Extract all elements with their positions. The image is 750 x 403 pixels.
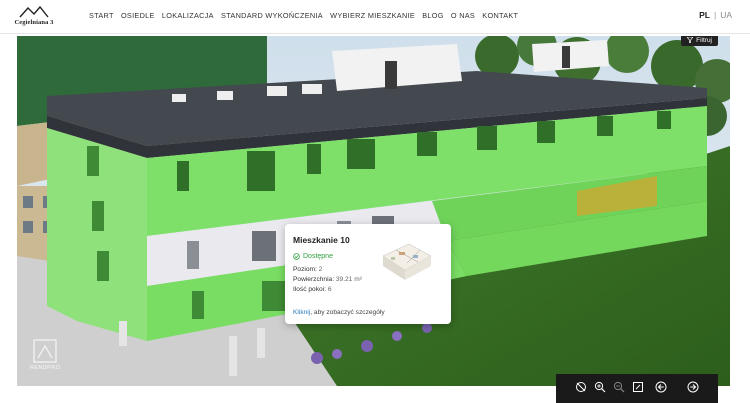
details-link-suffix: , aby zobaczyć szczegóły <box>310 309 385 316</box>
site-logo[interactable]: Cegielniana 3 <box>14 3 54 31</box>
logo-text: Cegielniana 3 <box>14 19 54 26</box>
logo-roof-icon <box>19 5 49 18</box>
arrow-left-icon[interactable] <box>655 381 667 393</box>
fullscreen-icon[interactable] <box>632 381 644 393</box>
filter-icon <box>687 37 694 43</box>
filter-button[interactable]: Filtruj <box>681 36 718 46</box>
main-nav: START OSIEDLE LOKALIZACJA STANDARD WYKOŃ… <box>89 11 526 20</box>
arrow-right-icon[interactable] <box>687 381 699 393</box>
floor-plan-thumbnail[interactable] <box>379 242 435 282</box>
language-switch: PL | UA <box>699 10 732 20</box>
zoom-out-icon[interactable] <box>613 381 625 393</box>
lang-separator: | <box>713 10 717 20</box>
site-header: Cegielniana 3 START OSIEDLE LOKALIZACJA … <box>0 0 750 34</box>
rooms-value: 6 <box>327 286 332 293</box>
details-link-row: Kliknij, aby zobaczyć szczegóły <box>293 309 385 316</box>
viewer-toolbar <box>556 374 718 403</box>
lang-pl[interactable]: PL <box>699 10 710 20</box>
rendpro-text: RENDPRO <box>30 365 61 371</box>
status-label: Dostępne <box>303 253 333 260</box>
level-value: 2 <box>318 266 323 273</box>
hide-highlight-icon[interactable] <box>575 381 587 393</box>
nav-wybierz-mieszkanie[interactable]: WYBIERZ MIESZKANIE <box>330 11 415 20</box>
area-value: 39.21 m² <box>335 276 362 283</box>
rooms-row: Ilość pokoi: 6 <box>293 286 443 293</box>
building-3d-viewer[interactable]: Filtruj RENDPRO <box>17 36 730 386</box>
filter-label: Filtruj <box>696 36 712 44</box>
area-label: Powierzchnia: <box>293 276 335 283</box>
nav-lokalizacja[interactable]: LOKALIZACJA <box>162 11 214 20</box>
nav-osiedle[interactable]: OSIEDLE <box>121 11 155 20</box>
building-render[interactable] <box>17 36 730 386</box>
rendpro-watermark: RENDPRO <box>28 336 68 376</box>
check-circle-icon <box>293 253 300 260</box>
nav-blog[interactable]: BLOG <box>422 11 443 20</box>
zoom-in-icon[interactable] <box>594 381 606 393</box>
nav-kontakt[interactable]: KONTAKT <box>482 11 518 20</box>
rooms-label: Ilość pokoi: <box>293 286 326 293</box>
lang-ua[interactable]: UA <box>720 10 732 20</box>
nav-o-nas[interactable]: O NAS <box>451 11 475 20</box>
level-label: Poziom: <box>293 266 317 273</box>
details-link[interactable]: Kliknij <box>293 309 310 316</box>
nav-standard[interactable]: STANDARD WYKOŃCZENIA <box>221 11 323 20</box>
nav-start[interactable]: START <box>89 11 114 20</box>
apartment-info-card[interactable]: Mieszkanie 10 Dostępne Poziom: 2 Powierz… <box>285 224 451 324</box>
